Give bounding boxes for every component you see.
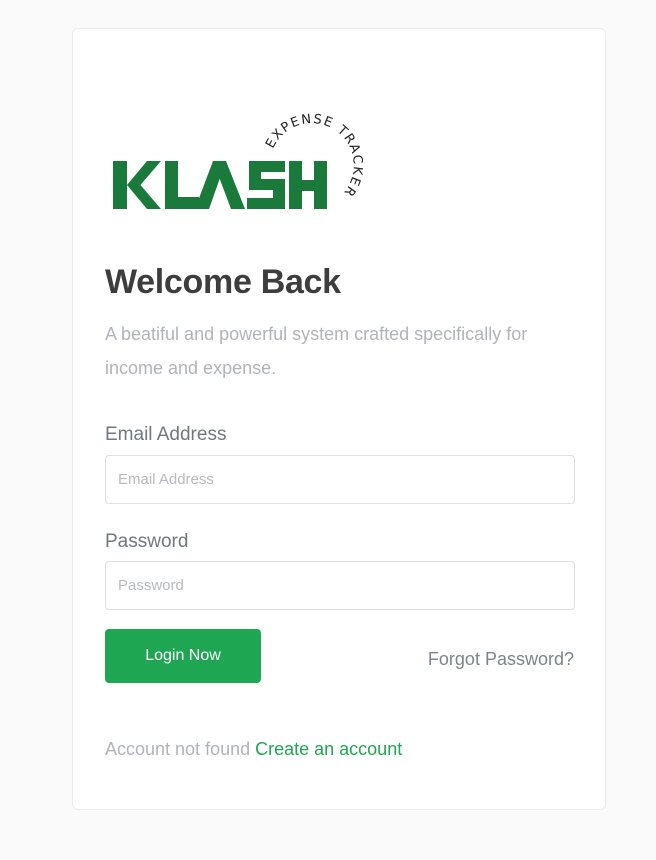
account-not-found-text: Account not found	[105, 739, 256, 759]
page-title: Welcome Back	[105, 263, 341, 301]
login-button[interactable]: Login Now	[105, 629, 261, 683]
create-account-link[interactable]: Create an account	[255, 739, 402, 759]
klash-logo: EXPENSE TRACKER	[113, 112, 363, 209]
login-card: EXPENSE TRACKER Welcome Back A beatiful …	[72, 28, 606, 810]
email-label: Email Address	[105, 424, 227, 445]
password-label: Password	[105, 531, 189, 552]
signup-prompt: Account not found Create an account	[105, 739, 402, 760]
email-input[interactable]	[105, 455, 575, 504]
forgot-password-link[interactable]: Forgot Password?	[428, 649, 574, 670]
password-input[interactable]	[105, 561, 575, 610]
page-subtitle: A beatiful and powerful system crafted s…	[105, 324, 528, 378]
